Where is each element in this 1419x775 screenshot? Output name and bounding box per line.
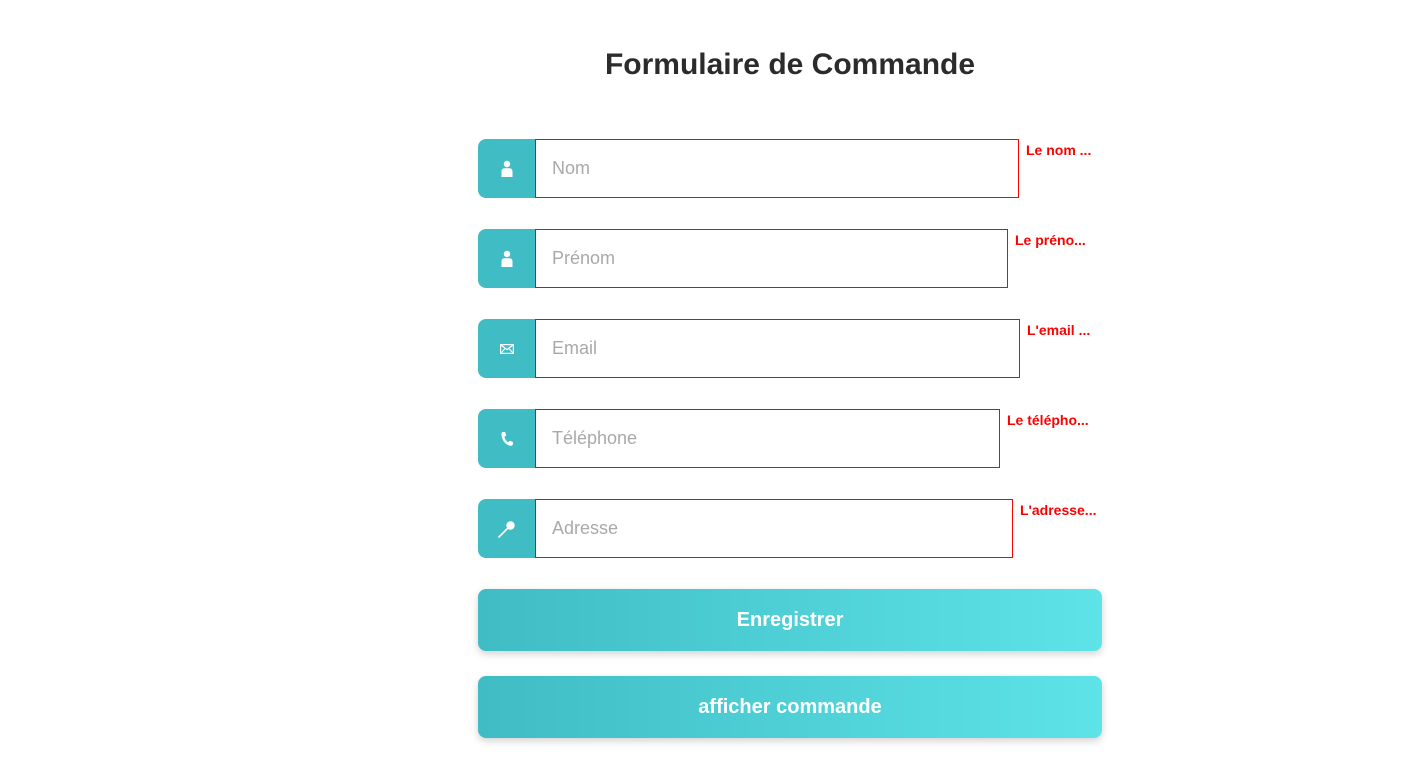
page-title: Formulaire de Commande xyxy=(604,48,976,81)
telephone-input[interactable] xyxy=(535,409,1000,468)
prenom-error-message: Le préno... xyxy=(1015,232,1086,248)
order-form-page: Formulaire de Commande Le nom ... Le pré… xyxy=(0,0,1419,775)
email-error-message: L'email ... xyxy=(1027,322,1091,338)
show-orders-button[interactable]: afficher commande xyxy=(478,676,1102,738)
prenom-input[interactable] xyxy=(535,229,1008,288)
telephone-field-group: Le télépho... xyxy=(478,409,1098,468)
email-field-group: L'email ... xyxy=(478,319,1098,378)
adresse-field-group: L'adresse... xyxy=(478,499,1102,558)
nom-input[interactable] xyxy=(535,139,1019,198)
nom-error-message: Le nom ... xyxy=(1026,142,1092,158)
person-icon xyxy=(478,229,536,288)
pin-icon xyxy=(478,499,536,558)
envelope-icon xyxy=(478,319,536,378)
email-input[interactable] xyxy=(535,319,1020,378)
nom-field-group: Le nom ... xyxy=(478,139,1098,198)
save-button[interactable]: Enregistrer xyxy=(478,589,1102,651)
person-icon xyxy=(478,139,536,198)
phone-icon xyxy=(478,409,536,468)
adresse-input[interactable] xyxy=(535,499,1013,558)
prenom-field-group: Le préno... xyxy=(478,229,1098,288)
telephone-error-message: Le télépho... xyxy=(1007,412,1089,428)
adresse-error-message: L'adresse... xyxy=(1020,502,1097,518)
